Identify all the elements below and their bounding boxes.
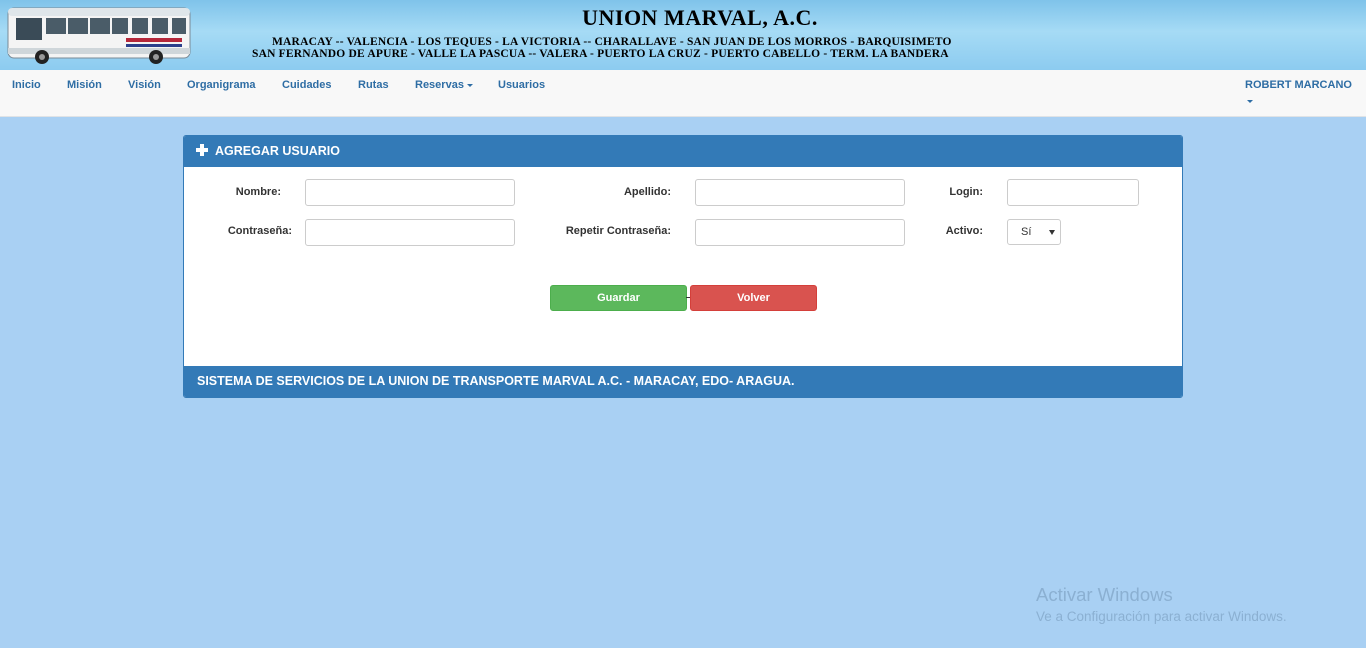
panel-heading: AGREGAR USUARIO [184,136,1182,167]
caret-down-icon [466,83,473,87]
navbar: Inicio Misión Visión Organigrama Cuidade… [0,70,1366,117]
nav-rutas[interactable]: Rutas [358,79,389,91]
contrasena-label: Contraseña: [227,225,292,237]
user-menu[interactable]: ROBERT MARCANO [1245,79,1352,91]
user-caret-down-icon[interactable] [1247,100,1253,103]
nombre-input[interactable] [305,179,515,206]
windows-activation-subtitle: Ve a Configuración para activar Windows. [1036,609,1287,624]
nav-usuarios[interactable]: Usuarios [498,79,545,91]
banner-routes-line-2: SAN FERNANDO DE APURE - VALLE LA PASCUA … [252,48,949,60]
apellido-input[interactable] [695,179,905,206]
nav-mision[interactable]: Misión [67,79,102,91]
activo-select-value: Sí [1021,226,1032,238]
nav-vision[interactable]: Visión [128,79,161,91]
nombre-label: Nombre: [235,186,281,198]
banner-routes-line-1: MARACAY -- VALENCIA - LOS TEQUES - LA VI… [272,36,952,48]
nav-cuidades[interactable]: Cuidades [282,79,332,91]
repeat-password-label: Repetir Contraseña: [565,225,671,237]
activo-label: Activo: [945,225,983,237]
bus-image [7,7,191,64]
windows-activation-title: Activar Windows [1036,584,1173,605]
volver-button[interactable]: Volver [690,285,817,311]
activo-select[interactable]: Sí [1007,219,1061,245]
nav-reservas-dropdown[interactable]: Reservas [415,79,473,91]
repeat-password-input[interactable] [695,219,905,246]
header-banner: UNION MARVAL, A.C. MARACAY -- VALENCIA -… [0,0,1366,70]
login-label: Login: [949,186,983,198]
apellido-label: Apellido: [623,186,671,198]
plus-icon [196,144,208,156]
nav-reservas-label: Reservas [415,79,464,91]
select-arrow-icon [1049,230,1055,235]
banner-title: UNION MARVAL, A.C. [582,5,818,30]
panel-footer: SISTEMA DE SERVICIOS DE LA UNION DE TRAN… [184,366,1182,397]
login-input[interactable] [1007,179,1139,206]
add-user-panel: AGREGAR USUARIO Nombre: Apellido: Login:… [183,135,1183,398]
guardar-button[interactable]: Guardar [550,285,687,311]
nav-inicio[interactable]: Inicio [12,79,41,91]
footer-text: SISTEMA DE SERVICIOS DE LA UNION DE TRAN… [197,374,795,388]
password-input[interactable] [305,219,515,246]
panel-title: AGREGAR USUARIO [215,144,341,158]
nav-organigrama[interactable]: Organigrama [187,79,255,91]
